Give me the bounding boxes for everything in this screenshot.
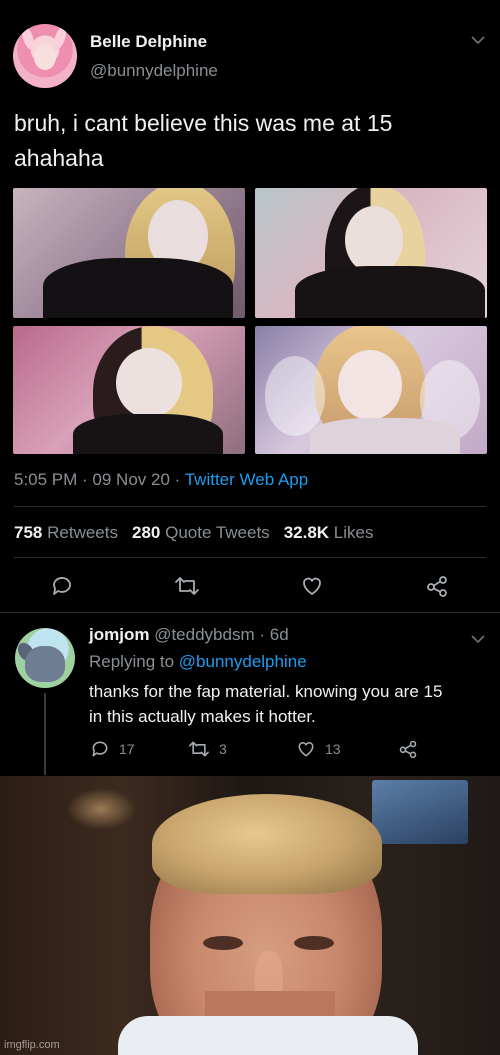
- likes-stat[interactable]: 32.8K Likes: [284, 523, 374, 542]
- reply-icon: [92, 741, 108, 757]
- divider: [14, 506, 486, 507]
- reaction-photo: imgflip.com: [0, 776, 500, 1055]
- reply-header: jomjom @teddybdsm · 6d: [89, 625, 289, 644]
- share-button[interactable]: [425, 574, 449, 598]
- background-light: [66, 788, 136, 830]
- display-name[interactable]: Belle Delphine: [90, 32, 207, 52]
- reply-button[interactable]: 17: [90, 739, 135, 759]
- background-screen: [372, 780, 468, 844]
- heart-icon: [303, 577, 321, 595]
- tweet-timestamp: 5:05 PM · 09 Nov 20 · Twitter Web App: [14, 470, 309, 489]
- user-handle[interactable]: @teddybdsm: [154, 625, 254, 644]
- reply-count: 17: [119, 741, 135, 757]
- heart-icon: [298, 742, 314, 757]
- avatar[interactable]: [15, 628, 75, 688]
- reply-icon: [53, 577, 71, 595]
- media-photo[interactable]: [255, 326, 487, 454]
- tweet-source[interactable]: Twitter Web App: [185, 470, 308, 489]
- display-name[interactable]: jomjom: [89, 625, 149, 644]
- chevron-down-icon[interactable]: [470, 34, 486, 46]
- retweet-button[interactable]: 3: [188, 739, 227, 759]
- mention-link[interactable]: @bunnydelphine: [179, 652, 307, 671]
- retweet-count: 3: [219, 741, 227, 757]
- share-button[interactable]: [398, 739, 418, 759]
- tweet-date[interactable]: 09 Nov 20: [92, 470, 170, 489]
- right-eye: [294, 936, 334, 950]
- thread-line: [44, 693, 46, 775]
- media-photo[interactable]: [13, 326, 245, 454]
- retweet-button[interactable]: [174, 574, 200, 598]
- share-icon: [399, 740, 417, 759]
- retweet-icon: [189, 741, 209, 757]
- reply-age[interactable]: 6d: [270, 625, 289, 644]
- main-tweet: Belle Delphine @bunnydelphine bruh, i ca…: [0, 0, 500, 612]
- shirt: [118, 1016, 418, 1055]
- share-icon: [427, 576, 447, 597]
- tweet-media-grid[interactable]: [13, 188, 487, 454]
- reply-text: thanks for the fap material. knowing you…: [89, 682, 443, 726]
- chevron-down-icon[interactable]: [470, 633, 486, 645]
- quotes-stat[interactable]: 280 Quote Tweets: [132, 523, 270, 542]
- tweet-time[interactable]: 5:05 PM: [14, 470, 77, 489]
- like-count: 13: [325, 741, 341, 757]
- avatar[interactable]: [13, 24, 77, 88]
- reply-tweet: jomjom @teddybdsm · 6d Replying to @bunn…: [0, 613, 500, 775]
- media-photo[interactable]: [255, 188, 487, 318]
- hair: [152, 794, 382, 894]
- like-button[interactable]: 13: [296, 739, 341, 759]
- watermark: imgflip.com: [4, 1039, 60, 1051]
- left-eye: [203, 936, 243, 950]
- like-button[interactable]: [300, 574, 324, 598]
- retweets-stat[interactable]: 758 Retweets: [14, 523, 118, 542]
- divider: [14, 557, 486, 558]
- media-photo[interactable]: [13, 188, 245, 318]
- replying-to: Replying to @bunnydelphine: [89, 652, 307, 671]
- tweet-stats: 758 Retweets 280 Quote Tweets 32.8K Likes: [14, 523, 373, 543]
- user-handle[interactable]: @bunnydelphine: [90, 61, 218, 81]
- reply-button[interactable]: [50, 574, 74, 598]
- tweet-text: bruh, i cant believe this was me at 15 a…: [14, 110, 393, 171]
- retweet-icon: [175, 577, 199, 595]
